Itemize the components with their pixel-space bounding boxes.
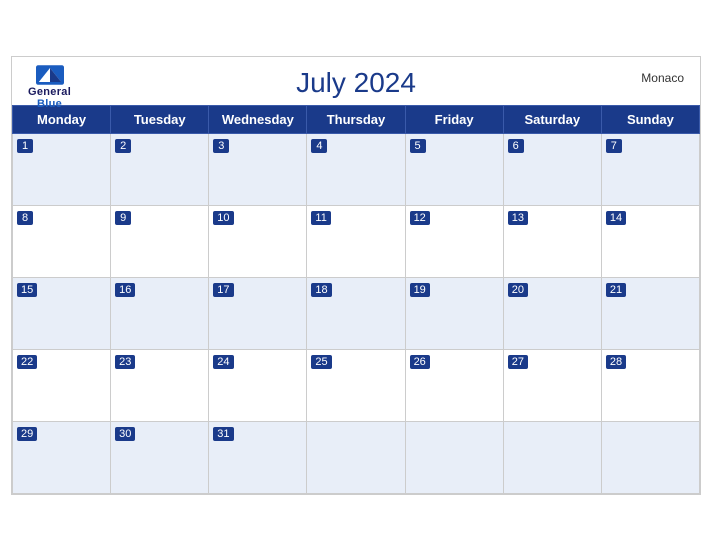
day-cell: 2 <box>111 133 209 205</box>
calendar-title: July 2024 <box>296 67 416 99</box>
day-number: 25 <box>311 355 331 369</box>
day-cell: 5 <box>405 133 503 205</box>
day-number: 28 <box>606 355 626 369</box>
day-cell: 17 <box>209 277 307 349</box>
day-number: 7 <box>606 139 622 153</box>
day-cell: 16 <box>111 277 209 349</box>
week-row-1: 1 2 3 4 5 6 7 <box>13 133 700 205</box>
day-cell: 6 <box>503 133 601 205</box>
day-number: 29 <box>17 427 37 441</box>
day-cell: 24 <box>209 349 307 421</box>
day-cell: 30 <box>111 421 209 493</box>
day-number: 12 <box>410 211 430 225</box>
day-number: 18 <box>311 283 331 297</box>
day-cell: 1 <box>13 133 111 205</box>
day-number: 14 <box>606 211 626 225</box>
calendar-body: 1234567891011121314151617181920212223242… <box>13 133 700 493</box>
day-number: 4 <box>311 139 327 153</box>
day-number: 26 <box>410 355 430 369</box>
calendar-grid: Monday Tuesday Wednesday Thursday Friday… <box>12 105 700 494</box>
day-number: 20 <box>508 283 528 297</box>
day-cell: 22 <box>13 349 111 421</box>
country-label: Monaco <box>641 71 684 85</box>
day-cell: 9 <box>111 205 209 277</box>
day-number: 17 <box>213 283 233 297</box>
day-cell: 12 <box>405 205 503 277</box>
day-cell: 15 <box>13 277 111 349</box>
logo-general-text: General <box>28 86 71 98</box>
day-cell <box>405 421 503 493</box>
day-number: 10 <box>213 211 233 225</box>
day-cell: 14 <box>601 205 699 277</box>
day-cell: 7 <box>601 133 699 205</box>
day-number: 22 <box>17 355 37 369</box>
day-cell: 25 <box>307 349 405 421</box>
day-number: 9 <box>115 211 131 225</box>
weekday-sunday: Sunday <box>601 105 699 133</box>
day-cell: 4 <box>307 133 405 205</box>
day-cell: 29 <box>13 421 111 493</box>
day-cell: 8 <box>13 205 111 277</box>
day-number: 21 <box>606 283 626 297</box>
weekday-saturday: Saturday <box>503 105 601 133</box>
weekday-friday: Friday <box>405 105 503 133</box>
day-number: 8 <box>17 211 33 225</box>
day-number: 24 <box>213 355 233 369</box>
week-row-4: 22 23 24 25 26 27 28 <box>13 349 700 421</box>
day-cell: 21 <box>601 277 699 349</box>
day-cell: 20 <box>503 277 601 349</box>
day-number: 2 <box>115 139 131 153</box>
day-number: 11 <box>311 211 330 225</box>
day-cell: 18 <box>307 277 405 349</box>
day-number: 1 <box>17 139 33 153</box>
day-number: 6 <box>508 139 524 153</box>
week-row-2: 8 9 10 11 12 13 14 <box>13 205 700 277</box>
day-number: 15 <box>17 283 37 297</box>
day-cell: 3 <box>209 133 307 205</box>
week-row-3: 15 16 17 18 19 20 21 <box>13 277 700 349</box>
day-number: 3 <box>213 139 229 153</box>
day-cell: 28 <box>601 349 699 421</box>
day-number: 30 <box>115 427 135 441</box>
day-cell: 23 <box>111 349 209 421</box>
logo-area: General Blue <box>28 65 71 110</box>
day-cell: 11 <box>307 205 405 277</box>
weekday-tuesday: Tuesday <box>111 105 209 133</box>
day-cell: 26 <box>405 349 503 421</box>
weekday-thursday: Thursday <box>307 105 405 133</box>
day-cell: 19 <box>405 277 503 349</box>
logo-blue-text: Blue <box>37 98 62 110</box>
day-cell <box>503 421 601 493</box>
day-cell: 27 <box>503 349 601 421</box>
day-number: 5 <box>410 139 426 153</box>
day-cell <box>307 421 405 493</box>
week-row-5: 29 30 31 <box>13 421 700 493</box>
day-cell <box>601 421 699 493</box>
day-number: 19 <box>410 283 430 297</box>
weekday-row: Monday Tuesday Wednesday Thursday Friday… <box>13 105 700 133</box>
day-number: 13 <box>508 211 528 225</box>
calendar-weekday-header: Monday Tuesday Wednesday Thursday Friday… <box>13 105 700 133</box>
day-number: 27 <box>508 355 528 369</box>
day-cell: 13 <box>503 205 601 277</box>
calendar-header: General Blue July 2024 Monaco <box>12 57 700 105</box>
calendar-container: General Blue July 2024 Monaco Monday Tue… <box>11 56 701 495</box>
day-number: 23 <box>115 355 135 369</box>
weekday-wednesday: Wednesday <box>209 105 307 133</box>
day-number: 16 <box>115 283 135 297</box>
generalblue-logo-icon <box>36 65 64 85</box>
day-cell: 31 <box>209 421 307 493</box>
day-cell: 10 <box>209 205 307 277</box>
day-number: 31 <box>213 427 233 441</box>
